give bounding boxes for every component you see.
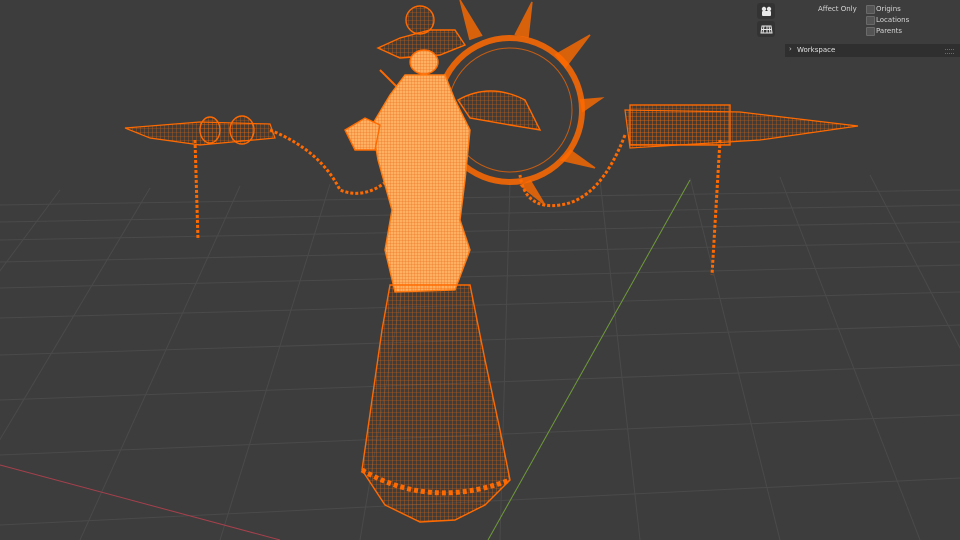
affect-only-label: Affect Only [818, 5, 857, 13]
origins-checkbox[interactable] [866, 5, 875, 14]
drag-handle-icon[interactable] [945, 49, 954, 54]
workspace-label: Workspace [797, 46, 836, 54]
x-axis-line [0, 464, 281, 540]
parents-checkbox[interactable] [866, 27, 875, 36]
locations-label: Locations [876, 16, 910, 24]
y-axis-line [487, 179, 691, 540]
wireframe-model[interactable] [124, 0, 859, 523]
right-shoulder [456, 90, 542, 131]
workspace-subpanel-header[interactable]: › Workspace [785, 44, 960, 57]
left-shoulder [344, 117, 381, 151]
camera-view-button[interactable] [757, 3, 775, 19]
origins-label: Origins [876, 5, 901, 13]
locations-checkbox[interactable] [866, 16, 875, 25]
torso [371, 74, 471, 293]
robe [361, 284, 511, 523]
3d-viewport[interactable] [0, 0, 960, 540]
chevron-right-icon: › [789, 45, 792, 53]
right-arm [518, 104, 859, 276]
orthographic-toggle-button[interactable] [757, 21, 775, 37]
parents-label: Parents [876, 27, 903, 35]
